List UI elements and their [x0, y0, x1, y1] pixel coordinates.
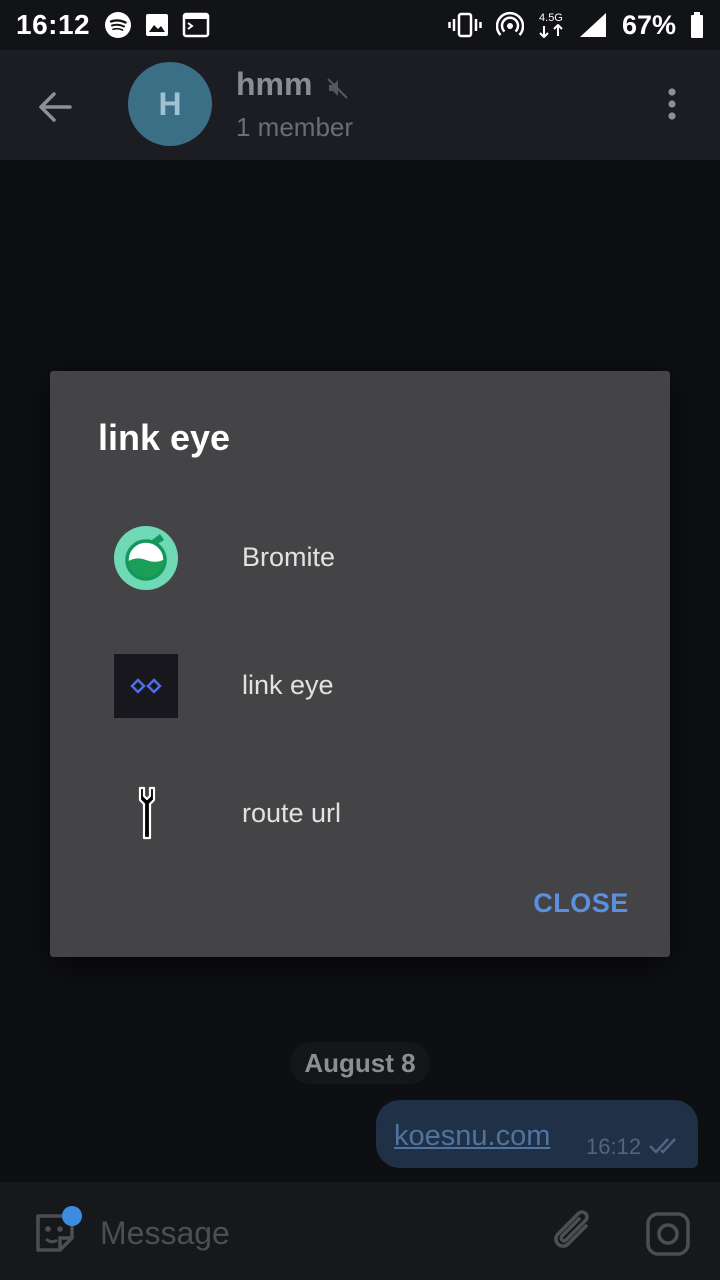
app-option-bromite[interactable]: Bromite — [50, 498, 670, 618]
open-with-dialog: link eye Bromite link eye route url CLOS… — [50, 371, 670, 957]
link-eye-icon — [114, 654, 178, 718]
app-option-label: Bromite — [242, 542, 336, 572]
route-url-icon — [138, 786, 156, 840]
close-button[interactable]: CLOSE — [526, 881, 636, 925]
telegram-chat-screen: 16:12 4.5G 67% H hmm 1 member August 8 k… — [0, 0, 720, 1280]
dialog-title: link eye — [98, 417, 231, 458]
app-option-label: link eye — [242, 670, 334, 700]
app-option-label: route url — [242, 798, 342, 828]
app-option-route-url[interactable]: route url — [50, 754, 670, 874]
app-option-link-eye[interactable]: link eye — [50, 626, 670, 746]
bromite-icon — [114, 526, 178, 590]
